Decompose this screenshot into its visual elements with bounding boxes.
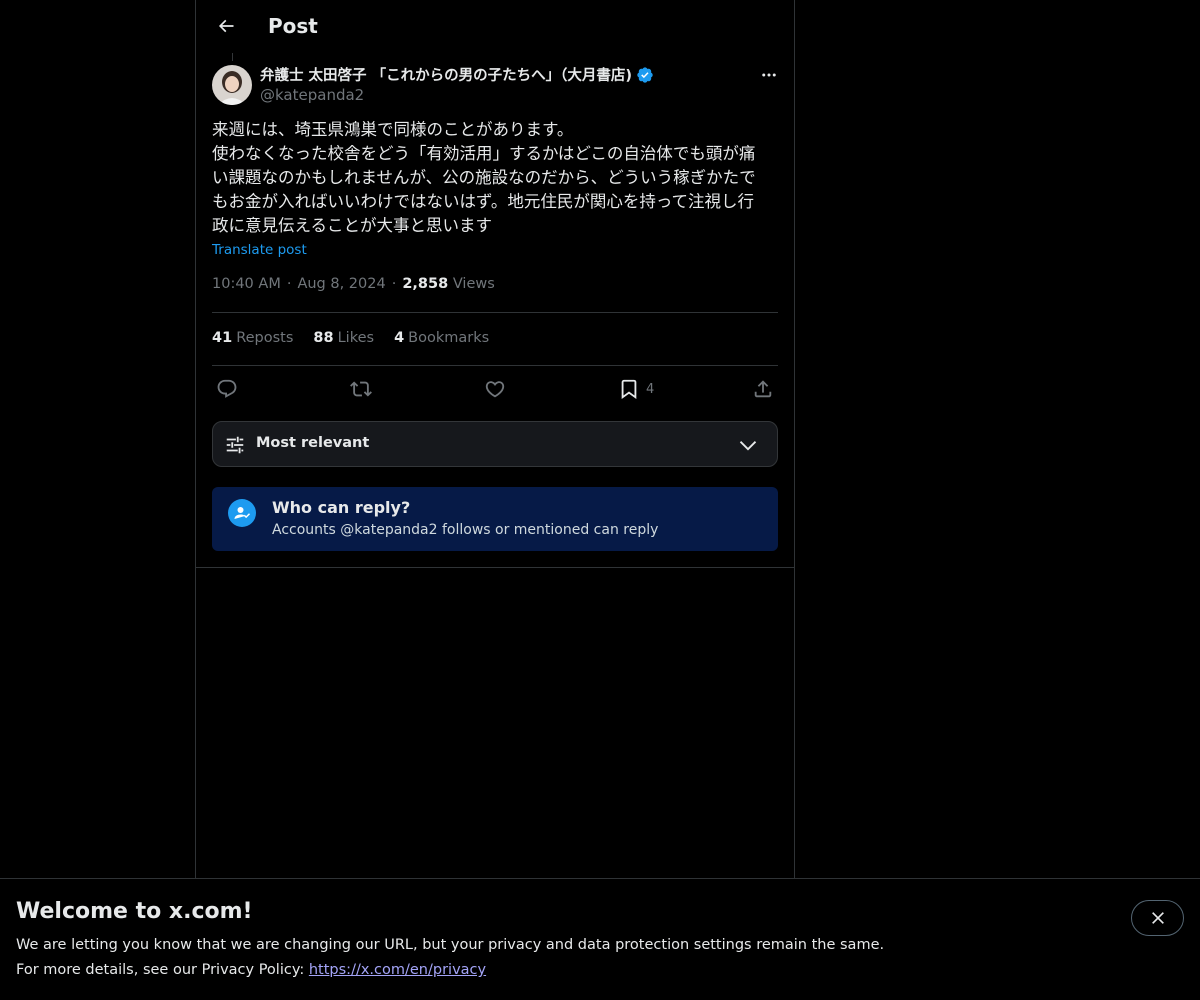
heart-icon	[485, 381, 505, 398]
verified-badge-icon	[637, 66, 653, 83]
divider	[212, 365, 778, 366]
reposts-stat[interactable]: 41 Reposts	[212, 330, 293, 346]
like-button[interactable]	[484, 376, 506, 402]
avatar-image	[212, 65, 252, 105]
post-text-line: 政に意見伝えることが大事と思います	[212, 216, 493, 235]
meta-separator: ·	[286, 276, 292, 292]
bookmarks-label: Bookmarks	[408, 330, 490, 346]
banner-message: We are letting you know that we are chan…	[16, 937, 885, 953]
divider	[212, 312, 778, 313]
likes-label: Likes	[337, 330, 375, 346]
bookmark-count: 4	[646, 381, 655, 397]
bookmarks-stat[interactable]: 4 Bookmarks	[394, 330, 489, 346]
post-text-line: 来週には、埼玉県鴻巣で同様のことがあります。	[212, 120, 574, 139]
post-text-line: い課題なのかもしれませんが、公の施設なのだから、どういう稼ぎかたで	[212, 168, 756, 187]
reply-restriction-subtitle: Accounts @katepanda2 follows or mentione…	[272, 522, 659, 538]
share-icon	[754, 380, 772, 398]
share-button[interactable]	[752, 376, 774, 402]
back-button[interactable]	[208, 8, 244, 44]
repost-icon	[350, 381, 372, 397]
sliders-icon	[226, 436, 244, 454]
likes-count: 88	[313, 330, 334, 346]
author-handle[interactable]: @katepanda2	[260, 86, 364, 104]
reply-button[interactable]	[216, 376, 238, 402]
who-can-reply-notice: Who can reply? Accounts @katepanda2 foll…	[212, 487, 778, 551]
sort-label: Most relevant	[256, 435, 370, 451]
likes-stat[interactable]: 88 Likes	[313, 330, 374, 346]
post-meta: 10:40 AM · Aug 8, 2024 · 2,858 Views	[212, 276, 495, 292]
divider	[196, 567, 794, 568]
chevron-down-icon	[739, 441, 757, 451]
views-label: Views	[452, 276, 495, 292]
more-options-button[interactable]	[756, 62, 782, 88]
author-name-text: 弁護士 太田啓子 「これからの男の子たちへ」（大月書店)	[260, 68, 632, 84]
views-count: 2,858	[402, 276, 449, 292]
post-text-line: もお金が入ればいいわけではないはず。地元住民が関心を持って注視し行	[212, 192, 755, 211]
close-icon	[1151, 912, 1164, 924]
thread-line	[232, 53, 233, 61]
reposts-count: 41	[212, 330, 233, 346]
avatar[interactable]	[212, 65, 252, 105]
reply-restriction-title: Who can reply?	[272, 498, 411, 517]
post-date[interactable]: Aug 8, 2024	[297, 276, 385, 292]
page-title: Post	[268, 14, 318, 38]
bookmark-icon	[621, 379, 637, 400]
reply-sort-dropdown[interactable]: Most relevant	[212, 421, 778, 467]
privacy-policy-link[interactable]: https://x.com/en/privacy	[309, 962, 486, 978]
engagement-stats: 41 Reposts 88 Likes 4 Bookmarks	[212, 330, 489, 346]
main-column: Post 弁護士 太田啓子 「これからの男の子たちへ」（大月書店) @katep…	[195, 0, 795, 880]
post-text: 来週には、埼玉県鴻巣で同様のことがあります。 使わなくなった校舎をどう「有効活用…	[212, 118, 778, 238]
banner-privacy-line: For more details, see our Privacy Policy…	[16, 962, 486, 978]
close-banner-button[interactable]	[1131, 900, 1184, 936]
post-text-line: 使わなくなった校舎をどう「有効活用」するかはどこの自治体でも頭が痛	[212, 144, 756, 163]
banner-privacy-prefix: For more details, see our Privacy Policy…	[16, 962, 309, 978]
post-time[interactable]: 10:40 AM	[212, 276, 281, 292]
views-stat: 2,858 Views	[402, 276, 494, 292]
translate-post-link[interactable]: Translate post	[212, 242, 307, 258]
reposts-label: Reposts	[236, 330, 294, 346]
page-header: Post	[196, 0, 794, 53]
banner-title: Welcome to x.com!	[16, 899, 253, 924]
user-check-icon	[228, 499, 256, 527]
meta-separator: ·	[391, 276, 397, 292]
more-dots-icon	[762, 73, 776, 77]
repost-button[interactable]	[350, 376, 372, 402]
arrow-left-icon	[218, 19, 234, 33]
bookmarks-count: 4	[394, 330, 405, 346]
bookmark-button[interactable]: 4	[618, 376, 654, 402]
url-change-banner: Welcome to x.com! We are letting you kno…	[0, 878, 1200, 1000]
reply-icon	[217, 379, 237, 398]
author-name[interactable]: 弁護士 太田啓子 「これからの男の子たちへ」（大月書店)	[260, 64, 654, 85]
